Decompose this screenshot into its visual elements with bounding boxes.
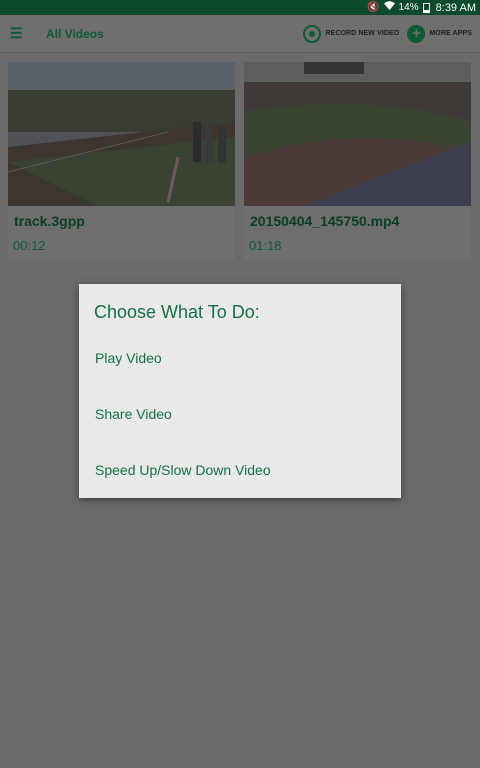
video-thumbnail — [8, 62, 235, 206]
speed-video-option[interactable]: Speed Up/Slow Down Video — [95, 462, 271, 478]
more-apps-label: MORE APPS — [429, 30, 472, 37]
mute-vibrate-icon: 🔇 — [367, 2, 380, 13]
video-thumbnail — [244, 62, 471, 206]
choose-action-dialog: Choose What To Do: Play Video Share Vide… — [79, 284, 401, 498]
clock: 8:39 AM — [435, 1, 476, 14]
video-duration: 01:18 — [249, 238, 282, 253]
dialog-title: Choose What To Do: — [94, 302, 260, 322]
share-video-option[interactable]: Share Video — [95, 406, 172, 422]
battery-icon — [422, 2, 430, 13]
menu-icon[interactable]: ☰ — [10, 25, 38, 42]
video-card[interactable]: 20150404_145750.mp4 01:18 — [244, 62, 471, 260]
video-title: 20150404_145750.mp4 — [250, 213, 400, 229]
video-title: track.3gpp — [14, 213, 85, 229]
page-title: All Videos — [46, 26, 104, 41]
app-bar: ☰ All Videos RECORD NEW VIDEO + MORE APP… — [0, 15, 480, 53]
status-bar: 🔇 14% 8:39 AM — [0, 0, 480, 15]
record-new-video-label: RECORD NEW VIDEO — [325, 30, 400, 37]
wifi-icon — [383, 0, 395, 15]
record-new-video-button[interactable]: RECORD NEW VIDEO — [303, 24, 400, 43]
video-card[interactable]: track.3gpp 00:12 — [8, 62, 235, 260]
video-duration: 00:12 — [13, 238, 46, 253]
play-video-option[interactable]: Play Video — [95, 350, 162, 366]
battery-percent: 14% — [398, 2, 419, 13]
more-apps-button[interactable]: + MORE APPS — [407, 24, 472, 43]
record-icon — [303, 24, 322, 43]
plus-icon: + — [407, 24, 426, 43]
